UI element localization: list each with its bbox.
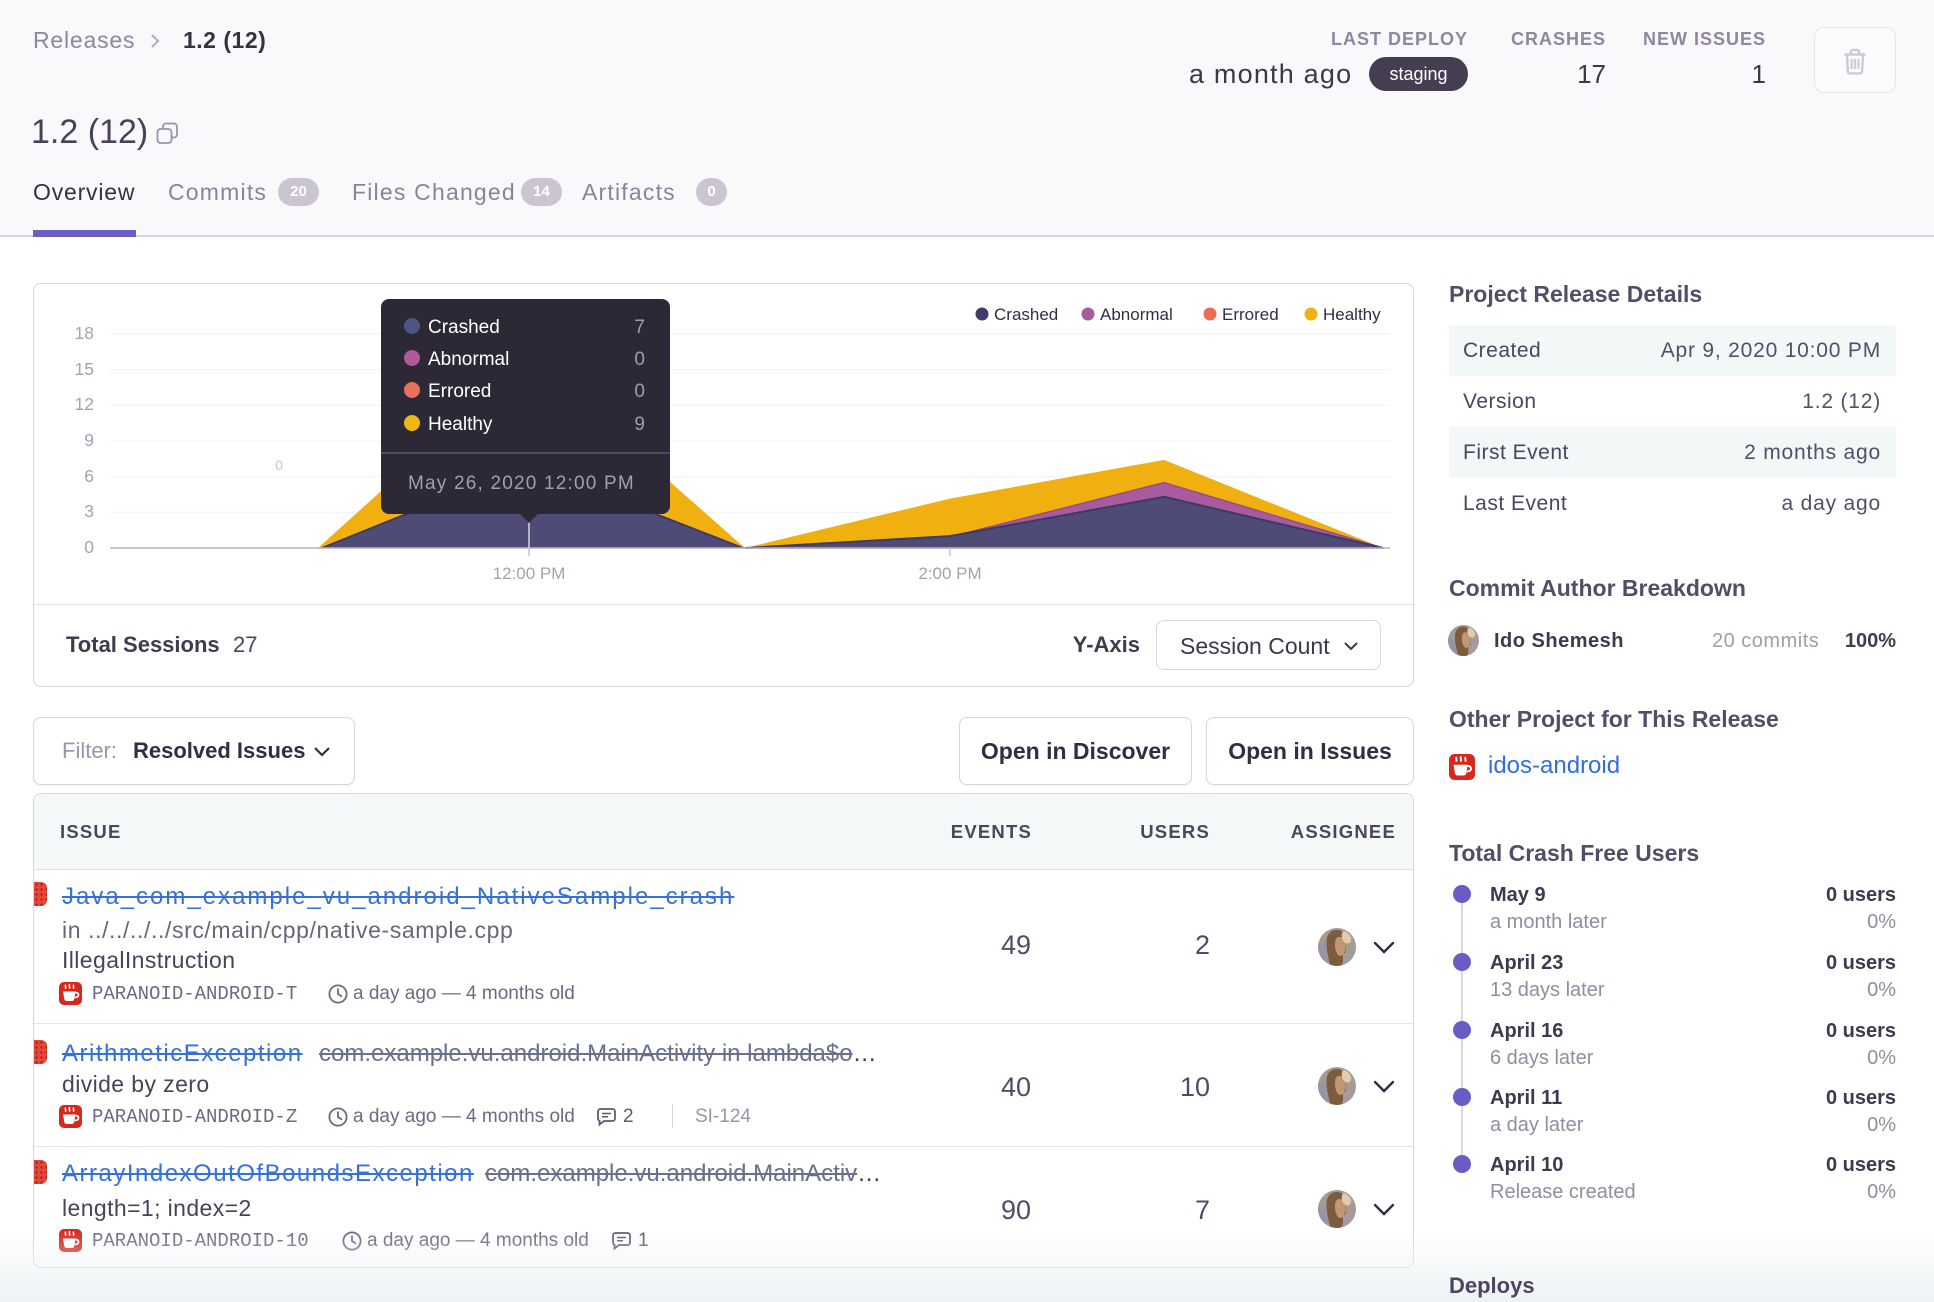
svg-text:9: 9 <box>84 430 94 450</box>
svg-text:12:00 PM: 12:00 PM <box>493 564 566 583</box>
svg-text:Healthy: Healthy <box>428 414 493 435</box>
svg-text:12: 12 <box>75 394 94 414</box>
svg-text:Errored: Errored <box>428 381 491 402</box>
svg-text:7: 7 <box>634 317 645 338</box>
svg-text:2:00 PM: 2:00 PM <box>918 564 981 583</box>
svg-text:Crashed: Crashed <box>428 317 500 338</box>
svg-text:6: 6 <box>84 466 94 486</box>
svg-text:May 26, 2020 12:00 PM: May 26, 2020 12:00 PM <box>408 473 635 494</box>
svg-text:3: 3 <box>84 501 94 521</box>
svg-text:0: 0 <box>634 349 645 370</box>
svg-text:Abnormal: Abnormal <box>428 349 509 370</box>
svg-text:0: 0 <box>634 381 645 402</box>
svg-text:15: 15 <box>75 359 94 379</box>
svg-text:18: 18 <box>75 323 94 343</box>
svg-text:9: 9 <box>634 414 645 435</box>
svg-text:0: 0 <box>84 537 94 557</box>
